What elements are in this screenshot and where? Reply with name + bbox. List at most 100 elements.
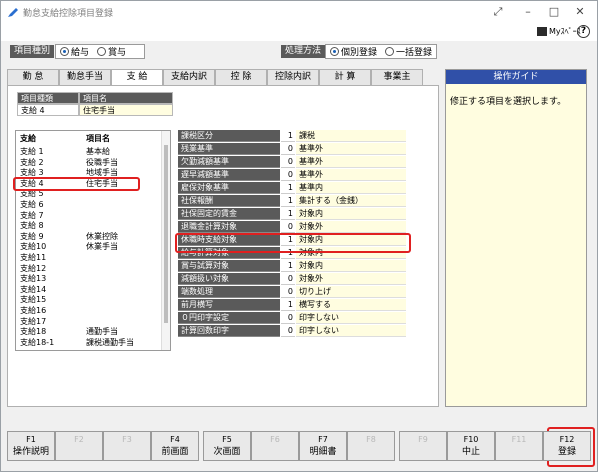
fkey-f6: F6 xyxy=(251,431,299,461)
help-icon[interactable]: ? xyxy=(577,25,590,38)
list-item-code: 支給17 xyxy=(20,316,47,326)
payment-item-list[interactable]: 支給 項目名 支給 1 基本給 支給 2 役職手当 支給 3 地域手当 支給 4 住宅手当 支給… xyxy=(15,130,171,351)
function-key-bar: F1 操作説明 F2 F3 F4 前画面 F5 次画面 F6 F7 明細書 F8 F9 F10 中止 F11 F… xyxy=(7,431,591,461)
property-name: 残業基準 xyxy=(178,143,280,155)
property-value: 印字しない xyxy=(296,312,406,324)
fkey-f1[interactable]: F1 操作説明 xyxy=(7,431,55,461)
property-name: 前月横写 xyxy=(178,299,280,311)
fkey-label: 前画面 xyxy=(161,447,189,457)
fkey-f2: F2 xyxy=(55,431,103,461)
minimize-button[interactable]: – xyxy=(515,3,541,21)
property-value: 課税 xyxy=(296,130,406,142)
fkey-f7[interactable]: F7 明細書 xyxy=(299,431,347,461)
property-value: 横写する xyxy=(296,299,406,311)
current-name-value: 住宅手当 xyxy=(79,104,173,116)
myspace-button[interactable]: Myｽﾍﾟｰｽ xyxy=(537,26,581,37)
radio-bonus[interactable]: 賞与 xyxy=(97,45,126,58)
radio-bulk[interactable]: 一括登録 xyxy=(385,45,432,58)
myspace-icon xyxy=(537,27,547,36)
fkey-f3: F3 xyxy=(103,431,151,461)
list-item-code: 支給 9 xyxy=(20,231,44,241)
title-bar: 勤怠支給控除項目登録 ⤢ – □ ✕ xyxy=(1,1,597,23)
property-code: 0 xyxy=(281,143,295,155)
current-type-header: 項目種類 xyxy=(17,92,79,104)
fkey-number: F8 xyxy=(366,435,376,444)
list-item-code: 支給13 xyxy=(20,274,47,284)
property-value: 印字しない xyxy=(296,325,406,337)
list-item-code: 支給11 xyxy=(20,253,47,262)
fkey-number: F3 xyxy=(122,435,132,444)
property-value: 基準外 xyxy=(296,169,406,181)
radio-salary[interactable]: 給与 xyxy=(60,45,89,58)
list-item-code: 支給18 xyxy=(20,327,47,337)
property-code: 0 xyxy=(281,312,295,324)
target-property-highlight xyxy=(175,233,411,253)
list-item-code: 支給14 xyxy=(20,284,47,294)
expand-icon[interactable]: ⤢ xyxy=(485,3,511,21)
guide-title: 操作ガイド xyxy=(446,70,586,84)
property-name: 退職金計算対象 xyxy=(178,221,280,233)
fkey-f11: F11 xyxy=(495,431,543,461)
fkey-f5[interactable]: F5 次画面 xyxy=(203,431,251,461)
property-name: 遅早減額基準 xyxy=(178,169,280,181)
list-item-name: 通勤手当 xyxy=(86,327,118,337)
list-item-code: 支給 7 xyxy=(20,210,44,220)
maximize-button[interactable]: □ xyxy=(541,3,567,21)
list-header-col1: 支給 xyxy=(20,134,36,143)
property-code: 0 xyxy=(281,325,295,337)
tab-attendance-allowance[interactable]: 勤怠手当 xyxy=(59,69,111,85)
fkey-label: 明細書 xyxy=(309,447,337,457)
radio-individual[interactable]: 個別登録 xyxy=(330,45,377,58)
property-value: 対象内 xyxy=(296,260,406,272)
list-item-code: 支給10 xyxy=(20,242,47,252)
window-title: 勤怠支給控除項目登録 xyxy=(23,9,114,19)
close-button[interactable]: ✕ xyxy=(567,3,593,21)
current-type-value: 支給 4 xyxy=(17,104,79,116)
property-name: 雇保対象基準 xyxy=(178,182,280,194)
tab-payment-detail[interactable]: 支給内訳 xyxy=(163,69,215,85)
tab-deduction[interactable]: 控 除 xyxy=(215,69,267,85)
tab-deduction-detail[interactable]: 控除内訳 xyxy=(267,69,319,85)
fkey-f12[interactable]: F12 登録 xyxy=(543,431,591,461)
item-type-radio-group: 給与 賞与 xyxy=(55,44,145,59)
property-name: 端数処理 xyxy=(178,286,280,298)
property-code: 0 xyxy=(281,221,295,233)
fkey-f8: F8 xyxy=(347,431,395,461)
property-name: 社保固定的賃金 xyxy=(178,208,280,220)
tab-calculation[interactable]: 計 算 xyxy=(319,69,371,85)
myspace-label: Myｽﾍﾟｰｽ xyxy=(549,27,581,36)
app-pen-icon xyxy=(8,8,18,17)
list-scrollbar[interactable] xyxy=(161,131,170,350)
property-code: 0 xyxy=(281,286,295,298)
list-item-name: 休業控除 xyxy=(86,231,118,241)
list-header-col2: 項目名 xyxy=(86,134,110,143)
property-value: 基準内 xyxy=(296,182,406,194)
property-value: 基準外 xyxy=(296,156,406,168)
property-name: 社保報酬 xyxy=(178,195,280,207)
selected-row-highlight xyxy=(13,177,140,191)
tab-payment[interactable]: 支 給 xyxy=(111,69,163,86)
property-name: 課税区分 xyxy=(178,130,280,142)
property-code: 0 xyxy=(281,156,295,168)
property-value: 切り上げ xyxy=(296,286,406,298)
fkey-f10[interactable]: F10 中止 xyxy=(447,431,495,461)
fkey-label: 操作説明 xyxy=(12,447,49,457)
fkey-number: F5 xyxy=(222,435,232,444)
fkey-f4[interactable]: F4 前画面 xyxy=(151,431,199,461)
fkey-f9: F9 xyxy=(399,431,447,461)
tab-employer[interactable]: 事業主 xyxy=(371,69,423,85)
property-name: 減額扱い対象 xyxy=(178,273,280,285)
property-code: 0 xyxy=(281,273,295,285)
fkey-number: F6 xyxy=(270,435,280,444)
tab-attendance[interactable]: 勤 怠 xyxy=(7,69,59,85)
fkey-number: F1 xyxy=(26,435,36,444)
app-window: 勤怠支給控除項目登録 ⤢ – □ ✕ Myｽﾍﾟｰｽ ? 項目種別 給与 賞与 … xyxy=(0,0,598,472)
list-scroll-thumb[interactable] xyxy=(164,145,168,323)
property-code: 1 xyxy=(281,208,295,220)
radio-bonus-label: 賞与 xyxy=(108,48,127,58)
current-name-header: 項目名 xyxy=(79,92,173,104)
fkey-label: 登録 xyxy=(557,447,576,457)
fkey-number: F7 xyxy=(318,435,328,444)
property-code: 1 xyxy=(281,182,295,194)
list-item-name: 課税通勤手当 xyxy=(86,337,134,347)
